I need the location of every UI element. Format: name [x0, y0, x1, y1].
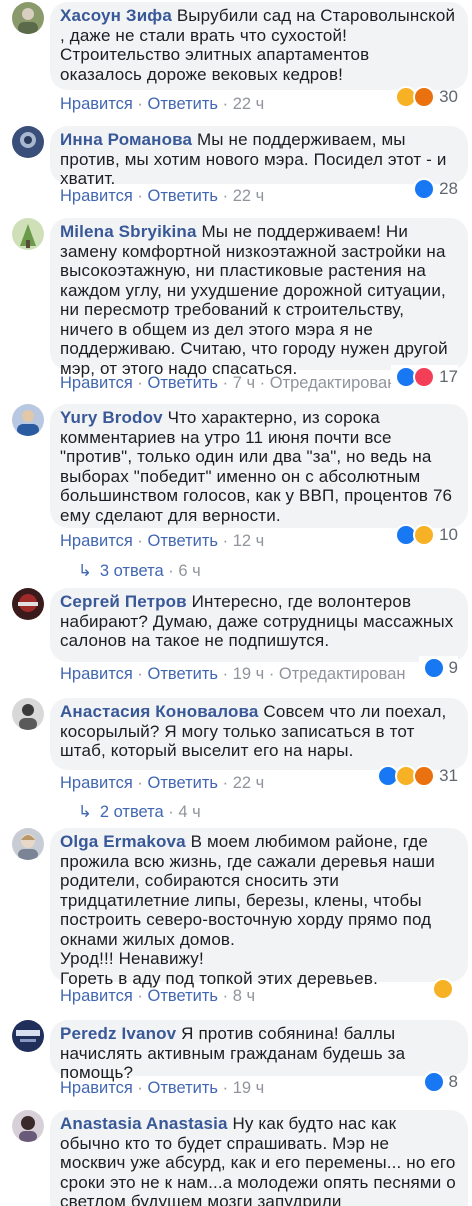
reactions-summary[interactable]: 28: [413, 177, 458, 201]
comment-bubble: Сергей Петров Интересно, где волонтеров …: [50, 588, 468, 662]
comment-bubble: Olga Ermakova В моем любимом районе, где…: [50, 828, 468, 988]
comment-actions: Нравится · Ответить · 22 ч: [60, 187, 265, 205]
reply-link[interactable]: Ответить: [147, 987, 218, 1005]
comment-actions: Нравится · Ответить · 19 ч · Отредактиро…: [60, 665, 406, 683]
reply-arrow-icon: ↳: [78, 803, 92, 821]
reactions-summary[interactable]: 10: [395, 523, 458, 547]
reactions-summary[interactable]: 31: [377, 764, 458, 788]
avatar[interactable]: [12, 218, 44, 250]
angry-reaction-icon: [413, 86, 436, 108]
edited-label[interactable]: Отредактировано: [270, 374, 406, 392]
reply-link[interactable]: Ответить: [147, 187, 218, 205]
like-link[interactable]: Нравится: [60, 987, 133, 1005]
reaction-count: 10: [439, 525, 458, 544]
reaction-count: 17: [439, 367, 458, 386]
replies-count[interactable]: 3 ответа: [100, 562, 164, 580]
reactions-summary[interactable]: 30: [395, 85, 458, 109]
replies-count[interactable]: 2 ответа: [100, 803, 164, 821]
comment-text: Мы не поддерживаем! Ни замену комфортной…: [60, 222, 453, 378]
reaction-count: 28: [439, 179, 458, 198]
comment-bubble: Инна Романова Мы не поддерживаем, мы про…: [50, 126, 468, 188]
avatar[interactable]: [12, 698, 44, 730]
comment-author[interactable]: Anastasia Anastasia: [60, 1114, 228, 1133]
sad-reaction-icon: [432, 978, 454, 1000]
comment-time[interactable]: 7 ч: [233, 374, 255, 392]
like-reaction-icon: [422, 657, 445, 679]
comment-time[interactable]: 19 ч: [233, 665, 265, 683]
comment-bubble: Yury Brodov Что характерно, из сорока ко…: [50, 404, 468, 528]
love-reaction-icon: [413, 366, 436, 388]
comment-author[interactable]: Хасоун Зифа: [60, 6, 172, 25]
comment-author[interactable]: Инна Романова: [60, 130, 192, 149]
like-link[interactable]: Нравится: [60, 187, 133, 205]
reply-link[interactable]: Ответить: [147, 1079, 218, 1097]
reaction-count: 31: [439, 766, 458, 785]
reply-link[interactable]: Ответить: [147, 95, 218, 113]
comment-bubble: Anastasia Anastasia Ну как будто нас как…: [50, 1110, 468, 1206]
like-reaction-icon: [413, 178, 436, 200]
reply-link[interactable]: Ответить: [147, 774, 218, 792]
reactions-summary[interactable]: [432, 977, 458, 1001]
comment-time[interactable]: 8 ч: [233, 987, 255, 1005]
reaction-count: 8: [448, 1072, 458, 1091]
reactions-summary[interactable]: 8: [422, 1070, 458, 1094]
avatar[interactable]: [12, 404, 44, 436]
comment-time[interactable]: 19 ч: [233, 1079, 265, 1097]
comments-feed: Хасоун Зифа Вырубили сад на Староволынск…: [0, 0, 472, 1206]
like-link[interactable]: Нравится: [60, 1079, 133, 1097]
reaction-count: 30: [439, 87, 458, 106]
like-link[interactable]: Нравится: [60, 374, 133, 392]
comment-bubble: Хасоун Зифа Вырубили сад на Староволынск…: [50, 2, 468, 90]
reply-link[interactable]: Ответить: [147, 665, 218, 683]
comment-time[interactable]: 12 ч: [233, 532, 265, 550]
comment-author[interactable]: Сергей Петров: [60, 592, 187, 611]
avatar[interactable]: [12, 1020, 44, 1052]
comment-author[interactable]: Анастасия Коновалова: [60, 702, 259, 721]
like-link[interactable]: Нравится: [60, 532, 133, 550]
like-link[interactable]: Нравится: [60, 665, 133, 683]
avatar[interactable]: [12, 2, 44, 34]
comment-author[interactable]: Peredz Ivanov: [60, 1024, 176, 1043]
comment-bubble: Анастасия Коновалова Совсем что ли поеха…: [50, 698, 468, 770]
reply-arrow-icon: ↳: [78, 562, 92, 580]
angry-reaction-icon: [413, 765, 436, 787]
comment-bubble: Milena Sbryikina Мы не поддерживаем! Ни …: [50, 218, 468, 378]
reaction-count: 9: [448, 658, 458, 677]
avatar[interactable]: [12, 828, 44, 860]
replies-time: 6 ч: [178, 562, 201, 580]
comment-time[interactable]: 22 ч: [233, 187, 265, 205]
comment-actions: Нравится · Ответить · 8 ч: [60, 987, 256, 1005]
reply-link[interactable]: Ответить: [147, 374, 218, 392]
comment-author[interactable]: Yury Brodov: [60, 408, 163, 427]
view-replies-link[interactable]: ↳ 3 ответа · 6 ч: [78, 561, 201, 583]
avatar[interactable]: [12, 1110, 44, 1142]
edited-label[interactable]: Отредактирован: [279, 665, 406, 683]
reply-link[interactable]: Ответить: [147, 532, 218, 550]
reactions-summary[interactable]: 17: [391, 365, 458, 389]
like-link[interactable]: Нравится: [60, 774, 133, 792]
comment-author[interactable]: Olga Ermakova: [60, 832, 186, 851]
comment-time[interactable]: 22 ч: [233, 774, 265, 792]
replies-time: 4 ч: [178, 803, 201, 821]
comment-text: В моем любимом районе, где прожила всю ж…: [60, 832, 435, 988]
sad-reaction-icon: [413, 524, 436, 546]
comment-time[interactable]: 22 ч: [233, 95, 265, 113]
like-reaction-icon: [422, 1071, 445, 1093]
reactions-summary[interactable]: 9: [418, 656, 458, 680]
avatar[interactable]: [12, 588, 44, 620]
avatar[interactable]: [12, 126, 44, 158]
comment-actions: Нравится · Ответить · 19 ч: [60, 1079, 265, 1097]
comment-bubble: Peredz Ivanov Я против собянина! баллы н…: [50, 1020, 468, 1082]
like-link[interactable]: Нравится: [60, 95, 133, 113]
comment-author[interactable]: Milena Sbryikina: [60, 222, 197, 241]
view-replies-link[interactable]: ↳ 2 ответа · 4 ч: [78, 802, 201, 824]
